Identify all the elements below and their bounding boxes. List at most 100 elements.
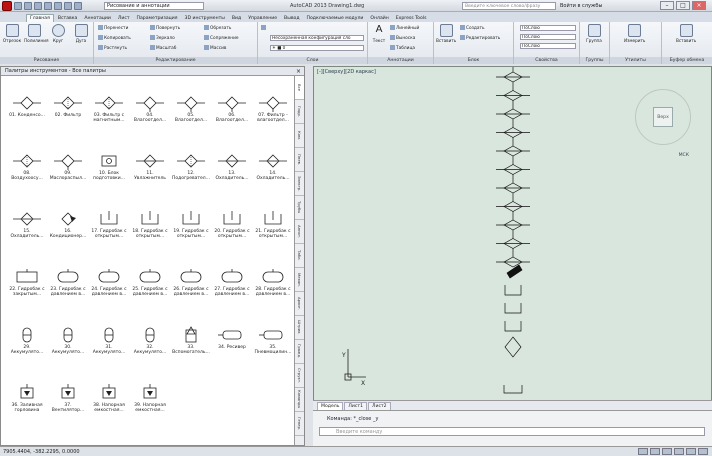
signin-button[interactable]: Войти в службы <box>560 3 602 9</box>
palette-tool-item[interactable]: 11. Увлажнитель <box>130 152 170 182</box>
palette-tool-item[interactable]: 39. Напорная емкостная... <box>130 384 170 414</box>
palette-tool-item[interactable]: 09. Маслораспыл... <box>48 152 88 182</box>
palette-tool-item[interactable]: 35. Пневмоцилин... <box>253 326 293 356</box>
command-input[interactable]: Введите команду <box>319 427 705 436</box>
maximize-button[interactable]: □ <box>676 1 690 10</box>
clipboard-panel-title[interactable]: Буфер обмена <box>662 57 712 64</box>
stretch-button[interactable]: Растянуть <box>98 45 127 51</box>
rotate-button[interactable]: Повернуть <box>150 25 180 31</box>
palette-tool-item[interactable]: 37. Вентилятор... <box>48 384 88 414</box>
layer-properties-button[interactable] <box>261 25 267 31</box>
palette-tab[interactable]: Архит. <box>295 292 304 316</box>
palette-tab[interactable]: Гидр. <box>295 100 304 124</box>
save-icon[interactable] <box>34 2 42 10</box>
viewcube-top-face[interactable]: Верх <box>653 107 673 127</box>
palette-tool-item[interactable]: 02. Фильтр <box>48 94 88 118</box>
palette-tab[interactable]: Механ. <box>295 268 304 292</box>
palette-tab[interactable]: Пнев. <box>295 148 304 172</box>
tab-sheet2[interactable]: Лист2 <box>368 402 391 410</box>
palette-tool-item[interactable]: 24. Гидробак с давлением в... <box>89 268 129 298</box>
save-as-icon[interactable] <box>44 2 52 10</box>
linetype-select[interactable]: ПоСлою <box>520 43 576 49</box>
palette-tool-item[interactable]: 29. Аккумулято... <box>7 326 47 356</box>
palette-tab[interactable]: Трубы <box>295 196 304 220</box>
palette-tab[interactable]: Электр. <box>295 172 304 196</box>
palette-tab[interactable]: Ком. <box>295 124 304 148</box>
palette-tab[interactable]: Генер. <box>295 412 304 436</box>
annotation-panel-title[interactable]: Аннотации <box>368 57 433 64</box>
close-icon[interactable]: × <box>296 68 301 75</box>
palette-tool-item[interactable]: 15. Охладитель... <box>7 210 47 240</box>
palette-tool-item[interactable]: 33. Вспомогатель... <box>171 326 211 356</box>
palette-tool-item[interactable]: 25. Гидробак с давлением в... <box>130 268 170 298</box>
palette-tool-item[interactable]: 12. Подогревател... <box>171 152 211 182</box>
polar-icon[interactable] <box>674 448 684 455</box>
tab-home[interactable]: Главная <box>26 14 54 22</box>
palette-tool-item[interactable]: 32. Аккумулято... <box>130 326 170 356</box>
palette-tool-item[interactable]: 17. Гидробак с открытым... <box>89 210 129 240</box>
palette-tool-item[interactable]: 07. Фильтр - влагоотдел... <box>253 94 293 124</box>
layer-select[interactable]: ☀ ■ 0 <box>270 45 364 51</box>
table-button[interactable]: Таблица <box>390 45 415 51</box>
palette-tool-item[interactable]: 04. Влагоотдел... <box>130 94 170 124</box>
array-button[interactable]: Массив <box>204 45 226 51</box>
palette-tool-item[interactable]: 30. Аккумулято... <box>48 326 88 356</box>
print-icon[interactable] <box>54 2 62 10</box>
palette-tool-item[interactable]: 22. Гидробак с закрытым... <box>7 268 47 298</box>
tab-sheet1[interactable]: Лист1 <box>344 402 367 410</box>
insert-block-button[interactable]: Вставить <box>436 24 456 43</box>
groups-panel-title[interactable]: Группы <box>580 57 609 64</box>
tab-layout[interactable]: Лист <box>115 15 133 22</box>
palette-tool-item[interactable]: 03. Фильтр с магнитным... <box>89 94 129 124</box>
palette-tab[interactable]: Команды <box>295 388 304 412</box>
move-button[interactable]: Перенести <box>98 25 128 31</box>
trim-button[interactable]: Обрезать <box>204 25 231 31</box>
drawing-viewport[interactable]: [-][Сверху][2D каркас] Верх МСК Y X <box>313 66 712 410</box>
circle-button[interactable]: Круг <box>48 24 68 43</box>
minimize-button[interactable]: – <box>660 1 674 10</box>
tank-symbol[interactable] <box>503 385 523 394</box>
palette-tool-item[interactable]: 19. Гидробак с открытым... <box>171 210 211 240</box>
tab-annotate[interactable]: Аннотации <box>81 15 114 22</box>
snap-icon[interactable] <box>638 448 648 455</box>
edit-block-button[interactable]: Редактировать <box>460 35 500 41</box>
fillet-button[interactable]: Сопряжение <box>204 35 239 41</box>
leader-button[interactable]: Выноска <box>390 35 415 41</box>
utilities-panel-title[interactable]: Утилиты <box>610 57 661 64</box>
osnap-icon[interactable] <box>686 448 696 455</box>
workspace-select[interactable]: Рисование и аннотации <box>104 2 204 10</box>
palette-tab[interactable]: Структ. <box>295 364 304 388</box>
ortho-icon[interactable] <box>662 448 672 455</box>
app-menu-icon[interactable] <box>2 1 12 11</box>
separator-symbol[interactable] <box>504 336 522 358</box>
group-button[interactable]: Группа <box>584 24 604 43</box>
open-tank-symbol[interactable] <box>504 285 522 296</box>
palette-tab[interactable]: Все <box>295 76 304 100</box>
tab-3d-tools[interactable]: 3D инструменты <box>182 15 228 22</box>
palette-tool-item[interactable]: 13. Охладитель... <box>212 152 252 182</box>
tab-online[interactable]: Онлайн <box>367 15 391 22</box>
palette-tab[interactable]: Аннот. <box>295 220 304 244</box>
close-button[interactable]: × <box>692 1 706 10</box>
palette-tool-item[interactable]: 31. Аккумулято... <box>89 326 129 356</box>
modify-panel-title[interactable]: Редактирование <box>94 57 257 64</box>
tab-output[interactable]: Вывод <box>281 15 302 22</box>
undo-icon[interactable] <box>64 2 72 10</box>
create-block-button[interactable]: Создать <box>460 25 485 31</box>
palette-tool-item[interactable]: 06. Влагоотдел... <box>212 94 252 124</box>
conditioner-symbol[interactable] <box>506 264 523 279</box>
palette-tool-item[interactable]: 01. Конденсо... <box>7 94 47 118</box>
wcs-menu[interactable]: МСК <box>679 153 689 158</box>
tab-manage[interactable]: Управление <box>245 15 280 22</box>
redo-icon[interactable] <box>74 2 82 10</box>
arc-button[interactable]: Дуга <box>71 24 91 43</box>
palette-tool-item[interactable]: 34. Ресивер <box>212 326 252 350</box>
palette-tool-item[interactable]: 21. Гидробак с открытым... <box>253 210 293 240</box>
scale-button[interactable]: Масштаб <box>150 45 176 51</box>
lineweight-select[interactable]: ПоСлою <box>520 34 576 40</box>
color-select[interactable]: ПоСлою <box>520 25 576 31</box>
draw-panel-title[interactable]: Рисование <box>0 57 93 64</box>
settings-icon[interactable] <box>698 448 708 455</box>
grid-icon[interactable] <box>650 448 660 455</box>
tab-express-tools[interactable]: Express Tools <box>393 15 430 22</box>
